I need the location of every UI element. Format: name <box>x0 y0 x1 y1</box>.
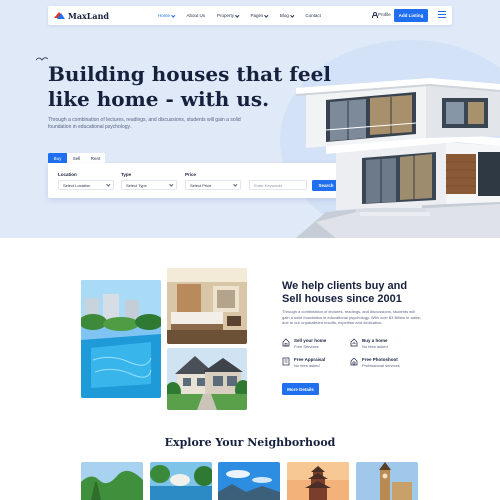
nav-item-property[interactable]: Property <box>217 12 240 18</box>
field-label: Type <box>121 172 132 177</box>
chevron-down-icon <box>232 181 237 186</box>
top-navbar: MaxLand Home About Us Property Pages Blo… <box>48 6 452 25</box>
feature-title: Sell your home <box>294 338 327 343</box>
feature-free-photoshoot: Free Photoshoot Professional services <box>350 357 420 369</box>
tab-buy[interactable]: Buy <box>48 153 67 163</box>
nav-item-home[interactable]: Home <box>158 12 176 18</box>
logo-text: MaxLand <box>68 10 110 21</box>
nav-item-label: About Us <box>186 13 206 18</box>
logo[interactable]: MaxLand <box>54 11 144 21</box>
nav-item-label: Property <box>217 13 235 18</box>
chevron-down-icon <box>168 181 173 186</box>
feature-free-appraisal: Free Appraisal No fees asked <box>282 357 352 369</box>
nav-item-label: Blog <box>279 13 289 18</box>
about-description: Through a combination of lectures, readi… <box>282 309 421 325</box>
bedroom-image <box>167 268 247 344</box>
feature-sell-home: Sell your home Free Services <box>282 338 352 350</box>
nav-item-blog[interactable]: Blog <box>279 12 294 18</box>
feature-title: Buy a home <box>362 338 388 343</box>
about-title-line: Sell houses since 2001 <box>282 293 402 305</box>
type-select[interactable]: Select Type <box>121 180 177 190</box>
appraisal-icon <box>282 357 290 366</box>
menu-icon[interactable] <box>438 11 446 18</box>
location-field: Location Select Location <box>58 172 114 190</box>
feature-buy-home: Buy a home No fees asked <box>350 338 420 350</box>
nav-item-label: Home <box>158 13 171 18</box>
nav-item-contact[interactable]: Contact <box>305 13 321 18</box>
about-title: We help clients buy and Sell houses sinc… <box>282 280 422 306</box>
hero-house-image <box>296 78 500 238</box>
chevron-down-icon <box>264 12 269 17</box>
pool-image <box>81 280 161 398</box>
hero-section: MaxLand Home About Us Property Pages Blo… <box>0 0 500 238</box>
user-icon <box>372 12 378 18</box>
neighborhood-title: Explore Your Neighborhood <box>164 436 336 449</box>
field-label: Price <box>185 172 197 177</box>
feature-subtitle: No fees asked <box>362 344 388 349</box>
select-value: Select Price <box>190 182 212 188</box>
select-value: Select Location <box>63 182 91 188</box>
house-exterior-image <box>167 348 247 410</box>
profile-label: Profile <box>378 12 391 17</box>
about-title-line: We help clients buy and <box>282 280 408 292</box>
hero-description: Through a combination of lectures, readi… <box>48 117 241 130</box>
logo-house-icon <box>54 11 66 20</box>
type-field: Type Select Type <box>121 172 177 190</box>
feature-subtitle: No fees asked <box>294 363 320 368</box>
nav-item-label: Pages <box>250 13 264 18</box>
neighborhood-card[interactable] <box>287 462 349 500</box>
chevron-down-icon <box>105 181 110 186</box>
feature-subtitle: Professional services <box>362 363 400 368</box>
nav-item-about-us[interactable]: About Us <box>187 13 206 18</box>
home-icon <box>282 338 290 347</box>
tab-sell[interactable]: Sell <box>67 153 86 163</box>
price-select[interactable]: Select Price <box>185 180 241 190</box>
location-select[interactable]: Select Location <box>58 180 114 190</box>
more-details-button[interactable]: More Details <box>282 383 319 395</box>
photoshoot-icon <box>350 357 358 366</box>
feature-title: Free Appraisal <box>294 357 326 362</box>
feature-subtitle: Free Services <box>294 344 319 349</box>
neighborhood-card[interactable] <box>356 462 418 500</box>
bird-icon <box>36 57 48 61</box>
chevron-down-icon <box>235 12 240 17</box>
buy-home-icon <box>350 338 358 347</box>
profile-link[interactable]: Profile <box>372 12 391 18</box>
nav-menu: Home About Us Property Pages Blog Contac… <box>158 12 333 18</box>
select-value: Select Type <box>126 182 147 188</box>
neighborhood-card[interactable] <box>150 462 212 500</box>
nav-item-pages[interactable]: Pages <box>250 12 269 18</box>
chevron-down-icon <box>171 12 176 17</box>
search-tabs: Buy Sell Rent <box>48 153 105 163</box>
nav-item-label: Contact <box>305 13 321 18</box>
neighborhood-card[interactable] <box>218 462 280 500</box>
tab-rent[interactable]: Rent <box>86 153 105 163</box>
feature-title: Free Photoshoot <box>362 357 398 362</box>
chevron-down-icon <box>290 12 294 17</box>
neighborhood-card[interactable] <box>81 462 143 500</box>
field-label: Location <box>58 172 77 177</box>
price-field: Price Select Price <box>185 172 241 190</box>
add-listing-button[interactable]: Add Listing <box>394 9 428 22</box>
